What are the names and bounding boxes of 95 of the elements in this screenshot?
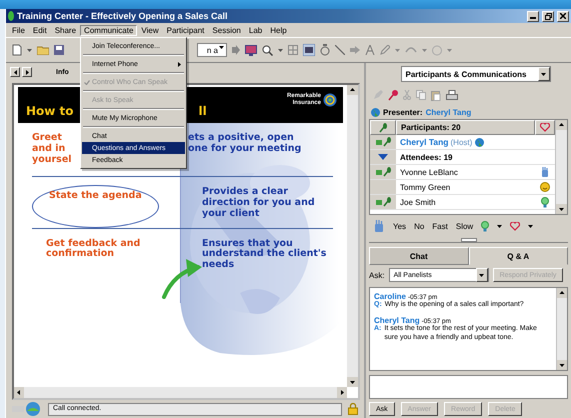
- zoom-field[interactable]: n a: [197, 43, 227, 57]
- slide-text: State the agenda: [32, 184, 159, 228]
- vertical-scrollbar[interactable]: [347, 85, 358, 387]
- right-arrow-icon: [26, 70, 28, 74]
- thumbnail-icon[interactable]: [303, 44, 315, 56]
- menu-item[interactable]: Help: [266, 24, 291, 36]
- feedback-button[interactable]: Fast: [432, 222, 448, 230]
- folder-icon[interactable]: [37, 45, 49, 55]
- slide-title: ll: [198, 104, 207, 118]
- host-label: (Host): [450, 138, 472, 146]
- close-button[interactable]: [557, 10, 569, 22]
- collapse-triangle-icon[interactable]: [378, 154, 388, 160]
- dropdown-caret-icon: [541, 72, 546, 76]
- slide-text: Provides a clear direction for you and your client: [201, 184, 315, 221]
- message-author: Caroline: [374, 292, 406, 301]
- group-label: Attendees: 19: [400, 152, 452, 162]
- microphone-icon: [382, 167, 390, 177]
- grid-icon[interactable]: [288, 45, 298, 55]
- pen-tool-icon[interactable]: [380, 45, 390, 55]
- slide-text: ets a positive, open one for your meeting: [187, 131, 302, 156]
- menu-item[interactable]: Share: [50, 24, 80, 36]
- app-icon: [8, 11, 14, 21]
- line-tool-icon[interactable]: [335, 45, 345, 55]
- heart-icon[interactable]: [510, 222, 520, 230]
- vertical-scrollbar[interactable]: [556, 288, 567, 370]
- slide-text: Get feedback and confirmation: [45, 236, 140, 262]
- menu-item[interactable]: Session: [208, 24, 245, 36]
- lightbulb-icon: [541, 196, 549, 208]
- vertical-scrollbar[interactable]: [555, 120, 567, 214]
- microphone-icon: [382, 197, 390, 207]
- tab[interactable]: Q & A: [468, 247, 568, 265]
- timer-icon[interactable]: [320, 44, 330, 56]
- ask-label: Ask:: [369, 270, 385, 280]
- menu-item[interactable]: Lab: [244, 24, 266, 36]
- lightbulb-icon[interactable]: [481, 220, 490, 232]
- window-title: Training Center - Effectively Opening a Sales Call: [17, 11, 229, 21]
- dropdown-caret-icon: [479, 274, 484, 276]
- text-tool-icon[interactable]: [365, 45, 375, 55]
- message-author: Cheryl Tang: [374, 316, 420, 325]
- message-input[interactable]: [369, 375, 568, 399]
- arrow-tool-icon[interactable]: [350, 46, 360, 54]
- menu-item[interactable]: Communicate: [80, 24, 138, 36]
- globe-icon: [371, 108, 380, 116]
- copy-icon[interactable]: [416, 90, 426, 100]
- splitter-handle[interactable]: [460, 238, 476, 242]
- document-icon[interactable]: [12, 44, 22, 56]
- lock-icon: [348, 403, 358, 415]
- raised-hand-icon: [540, 166, 550, 178]
- dropdown-caret-icon: [219, 46, 224, 49]
- slide-text: Greet and in yoursel: [31, 131, 72, 167]
- tab[interactable]: Chat: [369, 247, 468, 265]
- camera-icon: [376, 170, 382, 174]
- left-arrow-icon: [14, 70, 16, 74]
- raised-hand-icon[interactable]: [373, 220, 385, 232]
- minimize-button[interactable]: [527, 10, 539, 22]
- menu-item[interactable]: File: [8, 24, 29, 36]
- feedback-button[interactable]: Slow: [456, 222, 474, 230]
- slide-text: Ensures that you understand the client's needs: [201, 236, 326, 272]
- participant-name[interactable]: Cheryl Tang: [400, 137, 448, 147]
- participant-name[interactable]: Tommy Green: [400, 182, 450, 192]
- restore-button[interactable]: [542, 10, 554, 22]
- close-icon: [560, 13, 566, 19]
- dropdown-caret-icon[interactable]: [528, 224, 534, 228]
- menu-item[interactable]: Edit: [28, 24, 51, 36]
- participant-name[interactable]: Yvonne LeBlanc: [400, 168, 458, 176]
- slide-title: How to: [26, 104, 74, 118]
- presenter-name: Cheryl Tang: [426, 108, 472, 116]
- forward-arrow-icon[interactable]: [232, 45, 240, 55]
- scroll-right-button[interactable]: [22, 67, 32, 77]
- restore-icon: [544, 12, 552, 20]
- menu-item[interactable]: Participant: [162, 24, 208, 36]
- participant-name[interactable]: Joe Smith: [400, 198, 436, 206]
- printer-icon[interactable]: [446, 90, 458, 100]
- horizontal-scrollbar[interactable]: [14, 387, 347, 398]
- heart-icon: [540, 123, 550, 132]
- column-header: Participants: 20: [396, 120, 535, 135]
- menu-item[interactable]: View: [137, 24, 163, 36]
- pin-icon[interactable]: [388, 89, 398, 101]
- presenter-label: Presenter:: [383, 108, 423, 116]
- monitor-icon[interactable]: [245, 44, 257, 56]
- submenu-arrow-icon: [178, 62, 181, 67]
- save-icon[interactable]: [54, 45, 64, 55]
- microphone-icon: [382, 137, 390, 147]
- scroll-left-button[interactable]: [10, 67, 20, 77]
- camera-icon: [376, 200, 382, 204]
- camera-icon: [376, 140, 382, 144]
- feedback-button[interactable]: Yes: [393, 222, 406, 230]
- globe-icon: [475, 138, 484, 146]
- dropdown-caret-icon[interactable]: [497, 224, 502, 228]
- panel-dropdown[interactable]: Participants & Communications: [400, 66, 550, 82]
- paste-icon[interactable]: [431, 90, 441, 100]
- feedback-button[interactable]: No: [414, 222, 424, 230]
- smiley-icon: [540, 182, 550, 192]
- zoom-icon[interactable]: [262, 44, 273, 56]
- microphone-icon: [379, 122, 387, 132]
